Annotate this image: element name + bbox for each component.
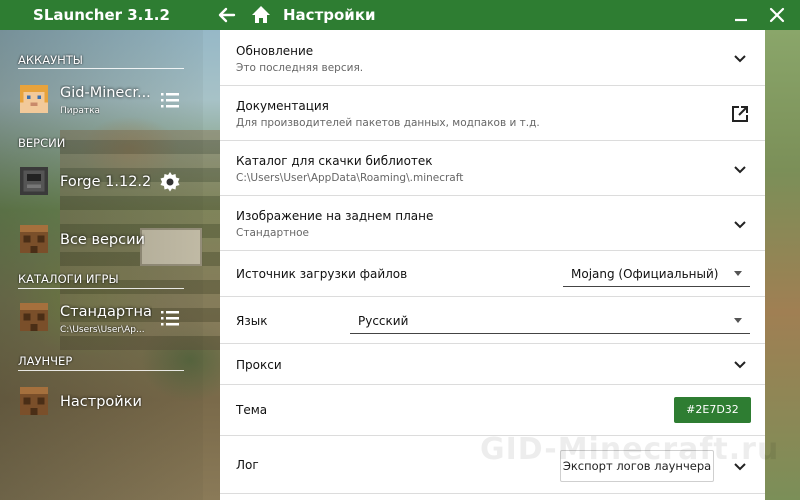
setting-title: Источник загрузки файлов — [236, 267, 408, 281]
game-dir-path: C:\Users\User\Ap... — [60, 325, 145, 335]
home-icon — [252, 6, 270, 23]
setting-subtitle: Стандартное — [236, 227, 309, 239]
list-icon — [161, 93, 179, 108]
setting-title: Язык — [236, 314, 268, 328]
dropdown-arrow-icon — [734, 271, 742, 276]
setting-subtitle: C:\Users\User\AppData\Roaming\.minecraft — [236, 172, 464, 184]
close-button[interactable] — [764, 2, 790, 28]
account-name: Gid-Minecr... — [60, 85, 150, 101]
minimize-button[interactable] — [728, 2, 754, 28]
launcher-settings-name: Настройки — [60, 394, 142, 410]
chevron-down-icon[interactable] — [730, 48, 750, 68]
setting-subtitle: Для производителей пакетов данных, модпа… — [236, 117, 540, 129]
setting-update[interactable]: Обновление Это последняя версия. — [220, 30, 765, 86]
page-title: Настройки — [283, 6, 376, 24]
sidebar: АККАУНТЫ Gid-Minecr... Пиратка ВЕРСИИ Fo… — [0, 30, 203, 500]
list-icon — [161, 311, 179, 326]
dropdown-arrow-icon — [734, 318, 742, 323]
crafting-table-icon — [20, 387, 48, 415]
section-divider — [18, 68, 184, 69]
version-name: Forge 1.12.2 — [60, 174, 152, 190]
select-value: Русский — [358, 314, 409, 328]
chevron-down-icon[interactable] — [730, 159, 750, 179]
chevron-down-icon[interactable] — [730, 214, 750, 234]
account-type: Пиратка — [60, 106, 101, 116]
player-avatar-icon — [20, 85, 48, 113]
back-button[interactable] — [214, 2, 240, 28]
background-right-strip — [764, 30, 800, 500]
setting-lib-dir[interactable]: Каталог для скачки библиотек C:\Users\Us… — [220, 141, 765, 196]
section-divider — [18, 288, 184, 289]
select-value: Mojang (Официальный) — [571, 267, 719, 281]
setting-download-source: Источник загрузки файлов Mojang (Официал… — [220, 251, 765, 297]
setting-proxy[interactable]: Прокси — [220, 344, 765, 385]
section-accounts: АККАУНТЫ — [18, 53, 83, 67]
settings-panel: Обновление Это последняя версия. Докумен… — [220, 30, 765, 500]
setting-title: Обновление — [236, 44, 314, 58]
account-menu-button[interactable] — [158, 88, 182, 112]
section-versions: ВЕРСИИ — [18, 136, 66, 150]
section-game-dirs: КАТАЛОГИ ИГРЫ — [18, 272, 119, 286]
account-item[interactable]: Gid-Minecr... Пиратка — [0, 78, 203, 122]
setting-title: Документация — [236, 99, 329, 113]
game-dir-menu-button[interactable] — [158, 306, 182, 330]
gear-icon — [160, 172, 180, 192]
close-icon — [769, 7, 785, 23]
crafting-table-icon — [20, 303, 48, 331]
setting-theme: Тема #2E7D32 — [220, 385, 765, 436]
minimize-icon — [735, 18, 747, 22]
watermark: GID-Minecraft.ru — [480, 432, 780, 467]
setting-background[interactable]: Изображение на заднем плане Стандартное — [220, 196, 765, 251]
game-dir-name: Стандартная — [60, 304, 152, 320]
game-dir-item[interactable]: Стандартная C:\Users\User\Ap... — [0, 296, 203, 340]
language-select[interactable]: Русский — [350, 310, 750, 334]
app-title: SLauncher 3.1.2 — [33, 6, 170, 24]
back-arrow-icon — [218, 7, 236, 23]
version-item-all[interactable]: Все версии — [0, 218, 203, 262]
external-link-icon[interactable] — [730, 104, 750, 124]
version-settings-button[interactable] — [158, 170, 182, 194]
setting-subtitle: Это последняя версия. — [236, 62, 364, 74]
setting-title: Прокси — [236, 358, 282, 372]
title-bar: SLauncher 3.1.2 Настройки — [0, 0, 800, 30]
setting-title: Тема — [236, 403, 268, 417]
furnace-icon — [20, 167, 48, 195]
setting-title: Изображение на заднем плане — [236, 209, 434, 223]
version-name: Все версии — [60, 232, 145, 248]
chevron-down-icon[interactable] — [730, 354, 750, 374]
crafting-table-icon — [20, 225, 48, 253]
section-launcher: ЛАУНЧЕР — [18, 354, 73, 368]
section-divider — [18, 370, 184, 371]
theme-color-button[interactable]: #2E7D32 — [674, 397, 751, 423]
setting-title: Лог — [236, 458, 259, 472]
setting-title: Каталог для скачки библиотек — [236, 154, 433, 168]
version-item-forge[interactable]: Forge 1.12.2 — [0, 160, 203, 204]
home-button[interactable] — [248, 2, 274, 28]
download-source-select[interactable]: Mojang (Официальный) — [563, 263, 750, 287]
setting-docs[interactable]: Документация Для производителей пакетов … — [220, 86, 765, 141]
setting-language: Язык Русский — [220, 297, 765, 344]
launcher-settings-item[interactable]: Настройки — [0, 380, 203, 424]
